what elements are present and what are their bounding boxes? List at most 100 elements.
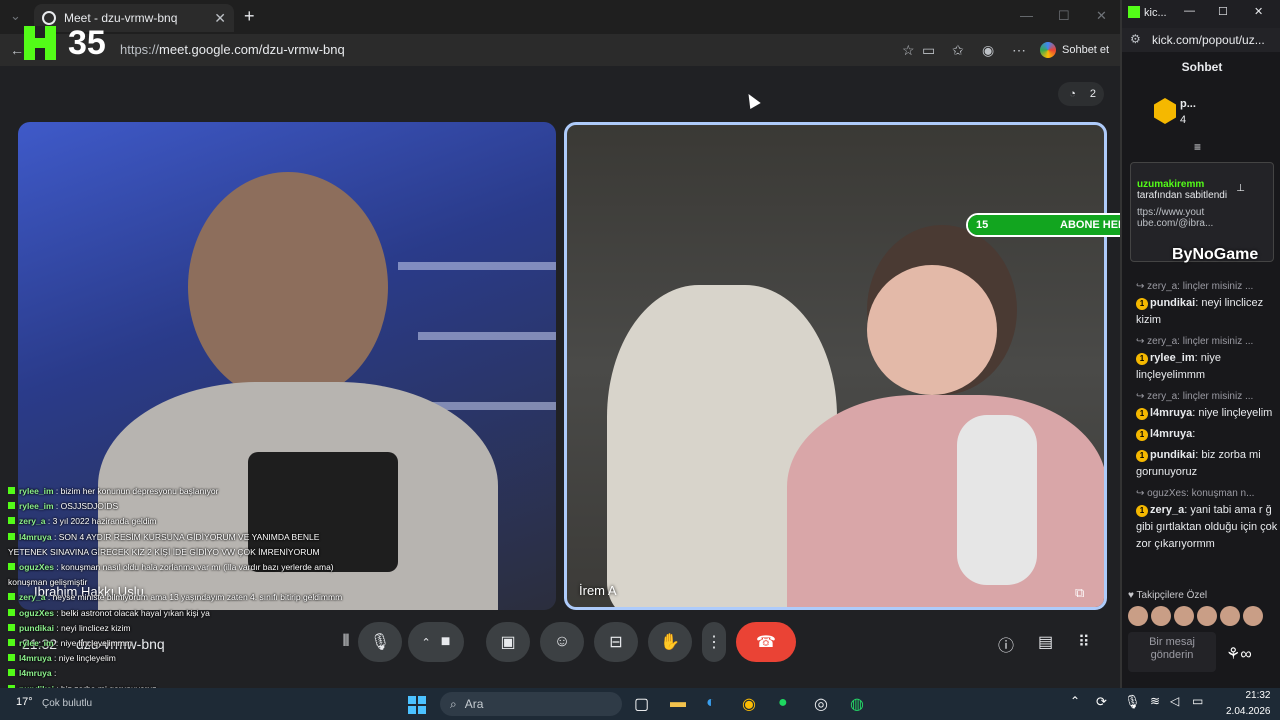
kick-favicon-icon: [1128, 6, 1140, 18]
new-tab-icon[interactable]: +: [244, 6, 255, 27]
overlay-chat-line: rylee_im : bizim her konunun depresyonu …: [8, 484, 348, 499]
leave-call-button[interactable]: ☎: [736, 622, 796, 662]
menu-dots-icon[interactable]: ⋯: [1012, 42, 1026, 59]
pip-icon[interactable]: ⧉: [1075, 585, 1084, 601]
microphone-tray-icon[interactable]: 🎙: [1124, 694, 1141, 710]
emoji-button[interactable]: ☺: [540, 622, 584, 662]
chat-username[interactable]: rylee_im: [1150, 352, 1195, 364]
favorites-icon[interactable]: ✩: [952, 42, 964, 59]
emote-icon[interactable]: [1128, 606, 1148, 626]
copilot-label: Sohbet et: [1062, 44, 1110, 56]
top-gifter-name[interactable]: p...: [1180, 98, 1196, 110]
profile-icon[interactable]: ◉: [982, 42, 994, 59]
volume-icon[interactable]: ◁: [1170, 694, 1179, 708]
kick-url-bar[interactable]: ⚙ kick.com/popout/uz...: [1122, 28, 1280, 52]
weather-temperature[interactable]: 17°: [16, 696, 33, 708]
pin-icon[interactable]: ⊥: [1236, 183, 1245, 194]
camera-icon[interactable]: ▭: [922, 42, 935, 59]
reply-preview[interactable]: ↪ zery_a: linçler misiniz ...: [1136, 278, 1280, 295]
chat-message: ↪ oguzXes: konuşman n... 1 zery_a: yani ta…: [1136, 485, 1280, 553]
chat-message: 1 pundikai: biz zorba mi gorunuyoruz: [1136, 449, 1261, 478]
viewer-count: 35: [68, 24, 106, 62]
mic-button[interactable]: 🎙: [358, 622, 402, 662]
close-tab-icon[interactable]: ✕: [214, 10, 226, 27]
camera-button[interactable]: ⌃ ■: [408, 622, 464, 662]
chat-username[interactable]: pundikai: [1150, 449, 1195, 461]
sub-badge-icon: 1: [1136, 429, 1148, 441]
back-icon[interactable]: ←: [10, 42, 24, 58]
kick-window-title: kic...: [1144, 7, 1167, 19]
emote-icon[interactable]: [1220, 606, 1240, 626]
chat-username[interactable]: l4mruya: [1150, 428, 1192, 440]
tray-overflow-icon[interactable]: ⌃: [1070, 694, 1080, 708]
emote-icon[interactable]: [1197, 606, 1217, 626]
more-options-button[interactable]: ⋮: [702, 622, 726, 662]
activities-icon[interactable]: ⠿: [1078, 632, 1090, 652]
pinned-user[interactable]: uzumakiremm: [1137, 179, 1267, 190]
minimize-icon[interactable]: —: [1020, 8, 1033, 23]
tray-app-icon[interactable]: ⟳: [1096, 694, 1107, 710]
chat-settings-icon[interactable]: ⚘∞: [1226, 644, 1252, 664]
chat-username[interactable]: zery_a: [1150, 504, 1184, 516]
emoji-icon: ☺: [553, 633, 571, 650]
captions-button[interactable]: ⊟: [594, 622, 638, 662]
video-tile-right[interactable]: İrem A ⧉: [564, 122, 1107, 610]
tray-date: 2.04.2026: [1226, 706, 1271, 717]
spotify-icon[interactable]: ●: [778, 694, 788, 712]
collapse-icon[interactable]: ≡: [1194, 140, 1201, 154]
edge-icon[interactable]: ◐: [706, 694, 716, 712]
start-icon[interactable]: [408, 696, 426, 714]
emote-icon[interactable]: [1174, 606, 1194, 626]
tab-meet[interactable]: Meet - dzu-vrmw-bnq ✕: [34, 4, 234, 32]
emote-icon[interactable]: [1151, 606, 1171, 626]
kick-maximize-icon[interactable]: ☐: [1218, 5, 1228, 18]
search-icon: ⌕: [450, 696, 457, 711]
battery-icon[interactable]: ▭: [1192, 694, 1203, 708]
whatsapp-icon[interactable]: ◍: [850, 694, 864, 714]
maximize-icon[interactable]: ☐: [1058, 8, 1070, 24]
tab-search-icon[interactable]: ⌄: [10, 8, 21, 24]
present-button[interactable]: ▣: [486, 622, 530, 662]
tray-clock[interactable]: 21:32 2.04.2026: [1226, 688, 1271, 720]
raise-hand-button[interactable]: ✋: [648, 622, 692, 662]
site-settings-icon[interactable]: ⚙: [1130, 32, 1141, 46]
copilot-button[interactable]: Sohbet et: [1040, 41, 1109, 59]
kick-minimize-icon[interactable]: —: [1184, 5, 1195, 17]
task-view-icon[interactable]: ▢: [634, 694, 649, 714]
chat-icon[interactable]: ▤: [1038, 632, 1053, 652]
stream-chat-overlay: rylee_im : bizim her konunun depresyonu …: [8, 484, 348, 688]
emote-icon[interactable]: [1243, 606, 1263, 626]
close-window-icon[interactable]: ✕: [1096, 8, 1107, 24]
overlay-chat-line: zery_a : neyse ministe bilmiyorum ama 13…: [8, 590, 348, 605]
file-explorer-icon[interactable]: ▬: [670, 694, 686, 712]
chat-username[interactable]: pundikai: [1150, 297, 1195, 309]
taskbar-search[interactable]: ⌕ Ara: [440, 692, 622, 716]
sub-badge-icon: 1: [1136, 450, 1148, 462]
emote-bar[interactable]: [1128, 606, 1272, 626]
chat-username[interactable]: l4mruya: [1150, 407, 1192, 419]
overlay-chat-line: l4mruya :: [8, 666, 348, 681]
chrome-icon[interactable]: ◉: [742, 694, 756, 714]
overlay-chat-line: oguzXes : konuşman nasıl oldu hala zorla…: [8, 562, 334, 588]
weather-description[interactable]: Çok bulutlu: [42, 698, 92, 709]
participant-count[interactable]: ◔ 2: [1058, 82, 1104, 106]
tray-time: 21:32: [1245, 690, 1271, 701]
present-screen-icon: ▣: [500, 634, 516, 651]
overlay-chat-line: pundikai : neyi linclicez kizim: [8, 621, 348, 636]
reply-preview[interactable]: ↪ zery_a: linçler misiniz ...: [1136, 388, 1280, 405]
followers-only-label: ♥ Takipçilere Özel: [1128, 590, 1208, 601]
chat-input[interactable]: Bir mesaj gönderin: [1128, 632, 1216, 672]
kick-close-icon[interactable]: ✕: [1254, 5, 1263, 18]
wifi-icon[interactable]: ≋: [1150, 694, 1160, 708]
info-icon[interactable]: ⓘ: [998, 632, 1014, 656]
reply-preview[interactable]: ↪ zery_a: linçler misiniz ...: [1136, 333, 1280, 350]
reply-preview[interactable]: ↪ oguzXes: konuşman n...: [1136, 485, 1280, 502]
person-sweater: [787, 395, 1104, 607]
obs-icon[interactable]: ◎: [814, 694, 828, 714]
url-text[interactable]: https://meet.google.com/dzu-vrmw-bnq: [120, 42, 345, 57]
favorite-star-icon[interactable]: ☆: [902, 42, 915, 59]
address-bar[interactable]: ← https://meet.google.com/dzu-vrmw-bnq ☆…: [0, 34, 1120, 66]
kick-url: kick.com/popout/uz...: [1152, 33, 1265, 47]
pinned-text[interactable]: ttps://www.yout ube.com/@ibra...: [1137, 207, 1267, 229]
meet-favicon-icon: [42, 11, 56, 25]
